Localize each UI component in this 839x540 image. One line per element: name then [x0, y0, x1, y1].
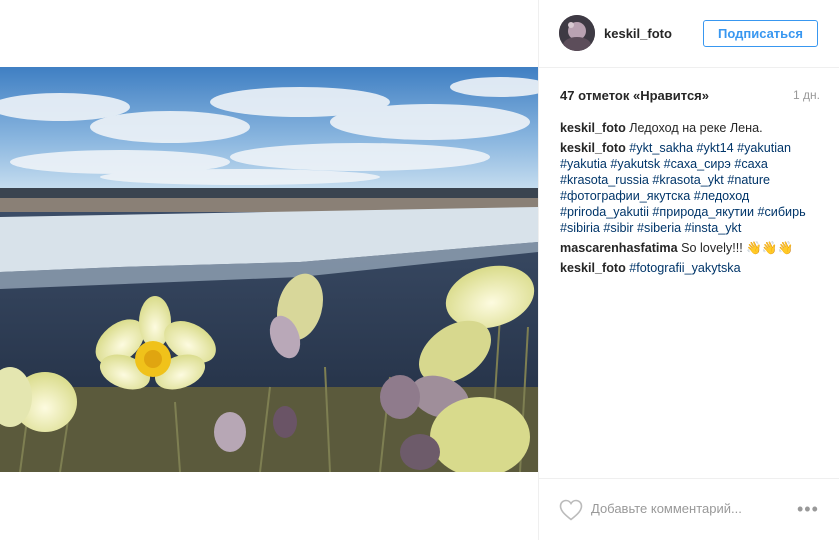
header-username[interactable]: keskil_foto [604, 26, 672, 41]
hashtag[interactable]: #insta_ykt [685, 221, 742, 235]
comment-item: keskil_foto #fotografii_yakytska [560, 260, 822, 276]
hashtag[interactable]: #сибирь [757, 205, 805, 219]
post-photo[interactable] [0, 67, 538, 472]
comments-list: keskil_foto Ледоход на реке Лена. keskil… [560, 120, 822, 280]
hashtag[interactable]: #ykt14 [697, 141, 734, 155]
likes-count[interactable]: 47 отметок «Нравится» [560, 88, 709, 103]
hashtag[interactable]: #фотографии_якутска [560, 189, 690, 203]
more-options-button[interactable]: ••• [797, 499, 819, 520]
post-footer: Добавьте комментарий... ••• [539, 478, 839, 540]
hashtag[interactable]: #yakutsk [610, 157, 660, 171]
post-sidebar: keskil_foto Подписаться 47 отметок «Нрав… [538, 0, 839, 540]
comment-username[interactable]: keskil_foto [560, 121, 626, 135]
comment-username[interactable]: keskil_foto [560, 261, 626, 275]
instagram-post: keskil_foto Подписаться 47 отметок «Нрав… [0, 0, 839, 540]
hashtag[interactable]: #sibiria [560, 221, 600, 235]
hashtag[interactable]: #саха_сирэ [664, 157, 731, 171]
comment-item: mascarenhasfatima So lovely!!! 👋👋👋 [560, 240, 822, 256]
comment-hashtags: keskil_foto #ykt_sakha #ykt14 #yakutian … [560, 140, 822, 236]
hashtag[interactable]: #fotografii_yakytska [629, 261, 740, 275]
hashtag[interactable]: #yakutia [560, 157, 607, 171]
post-header: keskil_foto Подписаться [539, 0, 839, 68]
comment-username[interactable]: keskil_foto [560, 141, 626, 155]
photo-column [0, 0, 538, 540]
hashtag[interactable]: #ykt_sakha [629, 141, 693, 155]
post-time[interactable]: 1 дн. [793, 88, 820, 102]
comment-text: Ледоход на реке Лена. [629, 121, 763, 135]
comment-caption: keskil_foto Ледоход на реке Лена. [560, 120, 822, 136]
comment-text: So lovely!!! 👋👋👋 [681, 241, 794, 255]
likes-row: 47 отметок «Нравится» 1 дн. [560, 86, 820, 106]
hashtag[interactable]: #sibir [603, 221, 633, 235]
hashtag[interactable]: #siberia [637, 221, 681, 235]
landscape-image [0, 67, 538, 472]
avatar[interactable] [559, 15, 595, 51]
hashtag[interactable]: #nature [727, 173, 770, 187]
hashtag[interactable]: #природа_якутии [652, 205, 754, 219]
hashtag[interactable]: #yakutian [737, 141, 791, 155]
hashtag[interactable]: #priroda_yakutii [560, 205, 649, 219]
follow-button[interactable]: Подписаться [703, 20, 818, 47]
hashtag[interactable]: #ледоход [694, 189, 750, 203]
avatar-image [559, 15, 595, 51]
hashtag[interactable]: #саха [734, 157, 767, 171]
add-comment-input[interactable]: Добавьте комментарий... [591, 501, 742, 516]
heart-outline-icon[interactable] [559, 499, 583, 521]
hashtag[interactable]: #krasota_ykt [652, 173, 723, 187]
hashtag[interactable]: #krasota_russia [560, 173, 649, 187]
comment-username[interactable]: mascarenhasfatima [560, 241, 678, 255]
